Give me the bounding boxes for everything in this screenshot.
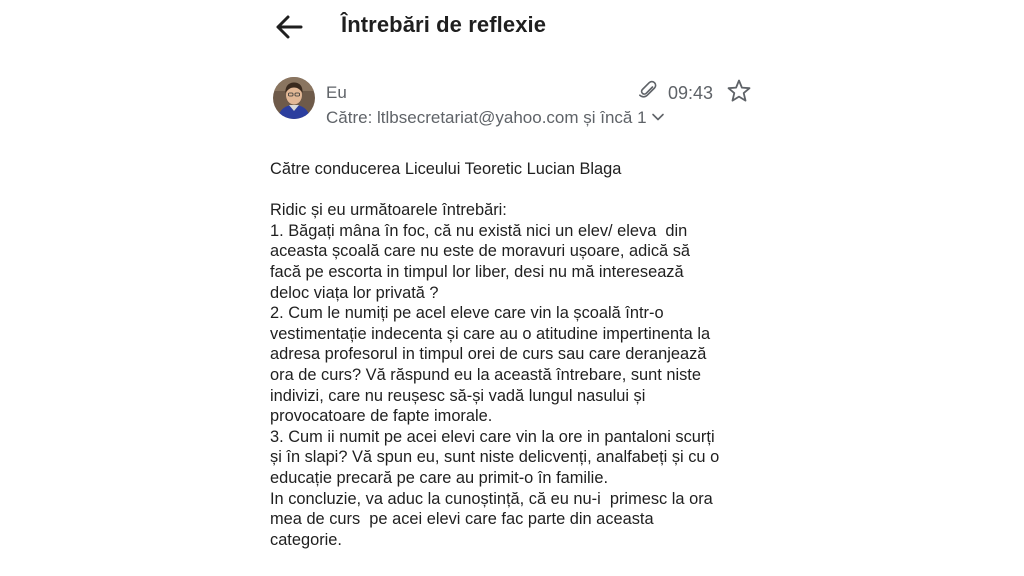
body-line: deloc viața lor privată ? (270, 283, 439, 302)
body-line: Către conducerea Liceului Teoretic Lucia… (270, 160, 622, 178)
body-line: Ridic și eu următoarele întrebări: (270, 201, 507, 220)
body-line: educație precară pe care au primit-o în … (270, 468, 608, 487)
back-button[interactable] (270, 10, 310, 44)
message-body: Către conducerea Liceului Teoretic Lucia… (270, 159, 770, 550)
star-outline-icon (727, 79, 751, 102)
user-avatar-icon (273, 77, 315, 119)
body-line: In concluzie, va aduc la cunoștință, că … (270, 489, 713, 508)
chevron-down-icon (651, 113, 664, 121)
app-bar: Întrebări de reflexie (0, 0, 1024, 60)
body-line: 2. Cum le numiți pe acel eleve care vin … (270, 304, 664, 323)
body-line: aceasta școală care nu este de moravuri … (270, 242, 691, 261)
body-line: 3. Cum ii numit pe acei elevi care vin l… (270, 427, 715, 446)
recipients-text: Către: ltlbsecretariat@yahoo.com și încă… (326, 108, 647, 127)
body-line: facă pe escorta in timpul lor liber, des… (270, 262, 684, 281)
avatar[interactable] (273, 77, 315, 119)
body-line: adresa profesorul in timpul orei de curs… (270, 345, 707, 364)
body-line: și în slapi? Vă spun eu, sunt niste deli… (270, 448, 720, 467)
email-subject: Întrebări de reflexie (341, 12, 547, 37)
body-line: categorie. (270, 530, 342, 549)
recipients-toggle[interactable]: Către: ltlbsecretariat@yahoo.com și încă… (326, 108, 665, 128)
body-line (270, 180, 770, 201)
sender-name: Eu (326, 83, 347, 102)
body-line: mea de curs pe acei elevi care fac parte… (270, 510, 654, 529)
body-line: provocatoare de fapte imorale. (270, 407, 493, 426)
message-time: 09:43 (668, 83, 714, 103)
star-button[interactable] (726, 78, 752, 104)
paperclip-icon (637, 79, 659, 101)
body-line: indivizi, care nu reușesc să-și vadă lun… (270, 386, 646, 405)
body-line: vestimentație indecenta și care au o ati… (270, 324, 711, 343)
arrow-left-icon (276, 15, 303, 39)
message-header: Eu Către: ltlbsecretariat@yahoo.com și î… (273, 75, 763, 135)
body-line: ora de curs? Vă răspund eu la această în… (270, 365, 701, 384)
body-line: 1. Băgați mâna în foc, că nu există nici… (270, 221, 688, 240)
